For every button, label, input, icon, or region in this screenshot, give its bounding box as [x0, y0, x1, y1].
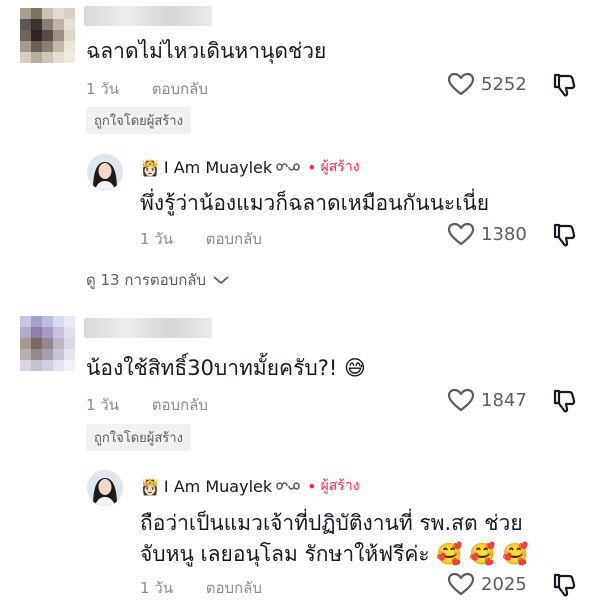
heart-outline-icon: [447, 222, 475, 246]
like-button[interactable]: 5252: [447, 72, 527, 96]
creator-label: ผู้สร้าง: [320, 478, 360, 494]
infinity-icon: [276, 482, 300, 490]
comment-text: น้องใช้สิทธิ์30บาทมั้ยครับ?!: [86, 356, 338, 380]
comment-text-row: น้องใช้สิทธิ์30บาทมั้ยครับ?! 😅: [86, 355, 366, 381]
comment-text: ฉลาดไม่ไหวเดินหานุดช่วย: [86, 39, 327, 63]
view-more-label: ดู 13 การตอบกลับ: [86, 271, 206, 289]
reply-author-name[interactable]: I Am Muaylek: [164, 158, 272, 177]
view-more-replies[interactable]: ดู 13 การตอบกลับ: [86, 268, 230, 292]
like-button[interactable]: 1847: [447, 388, 527, 412]
thumbs-down-icon[interactable]: [551, 222, 577, 248]
chevron-down-icon: [213, 276, 229, 285]
like-button[interactable]: 2025: [447, 572, 527, 596]
like-count: 1380: [481, 223, 527, 245]
heart-outline-icon: [447, 388, 475, 412]
creator-avatar-image: [87, 470, 123, 506]
like-count: 2025: [481, 573, 527, 595]
thumbs-down-icon[interactable]: [551, 572, 577, 598]
heart-outline-icon: [447, 72, 475, 96]
creator-avatar-image: [87, 154, 123, 190]
creator-label: ผู้สร้าง: [320, 159, 360, 175]
thumbs-down-icon[interactable]: [551, 72, 577, 98]
comment-meta: 1 วัน ตอบกลับ: [86, 393, 208, 417]
reply-text-line-2: จับหนู เลยอนุโลม รักษาให้ฟรีค่ะ 🥰 🥰 🥰: [140, 541, 528, 567]
reply-text-line: จับหนู เลยอนุโลม รักษาให้ฟรีค่ะ: [140, 542, 430, 566]
like-count: 5252: [481, 73, 527, 95]
reply-meta: 1 วัน ตอบกลับ: [140, 227, 262, 251]
separator-dot: •: [307, 157, 317, 177]
reply-button[interactable]: ตอบกลับ: [206, 230, 262, 248]
reply-time: 1 วัน: [140, 230, 173, 248]
reply-button[interactable]: ตอบกลับ: [152, 80, 208, 98]
reply-author-row: 👸🏻 I Am Muaylek • ผู้สร้าง: [140, 156, 360, 178]
like-button[interactable]: 1380: [447, 222, 527, 246]
liked-by-creator-badge: ถูกใจโดยผู้สร้าง: [86, 424, 191, 451]
reply-button[interactable]: ตอบกลับ: [152, 396, 208, 414]
smiling-hearts-emoji: 🥰 🥰 🥰: [436, 542, 529, 566]
creator-avatar[interactable]: [87, 470, 123, 506]
liked-by-creator-badge: ถูกใจโดยผู้สร้าง: [86, 107, 191, 134]
comment-time: 1 วัน: [86, 396, 119, 414]
reply-author-row: 👸🏻 I Am Muaylek • ผู้สร้าง: [140, 475, 360, 497]
comment-time: 1 วัน: [86, 80, 119, 98]
like-count: 1847: [481, 389, 527, 411]
separator-dot: •: [307, 476, 317, 496]
heart-outline-icon: [447, 572, 475, 596]
creator-avatar[interactable]: [87, 154, 123, 190]
commenter-avatar-pixelated[interactable]: [20, 316, 75, 371]
sweat-smile-emoji: 😅: [343, 356, 366, 380]
thumbs-down-icon[interactable]: [551, 388, 577, 414]
reply-time: 1 วัน: [140, 579, 173, 597]
commenter-username-blurred[interactable]: [84, 318, 212, 338]
reply-text-line: พึ่งรู้ว่าน้องแมวก็ฉลาดเหมือนกันนะเนี่ย: [140, 191, 490, 215]
commenter-username-blurred[interactable]: [84, 6, 212, 26]
crown-icon: 👸🏻: [140, 476, 160, 496]
reply-button[interactable]: ตอบกลับ: [206, 579, 262, 597]
reply-text-line: ถือว่าเป็นแมวเจ้าที่ปฏิบัติงานที่ รพ.สต …: [140, 511, 523, 535]
commenter-avatar-pixelated[interactable]: [20, 8, 75, 63]
reply-author-name[interactable]: I Am Muaylek: [164, 477, 272, 496]
reply-meta: 1 วัน ตอบกลับ: [140, 576, 262, 600]
crown-icon: 👸🏻: [140, 157, 160, 177]
comment-meta: 1 วัน ตอบกลับ: [86, 77, 208, 101]
infinity-icon: [276, 163, 300, 171]
